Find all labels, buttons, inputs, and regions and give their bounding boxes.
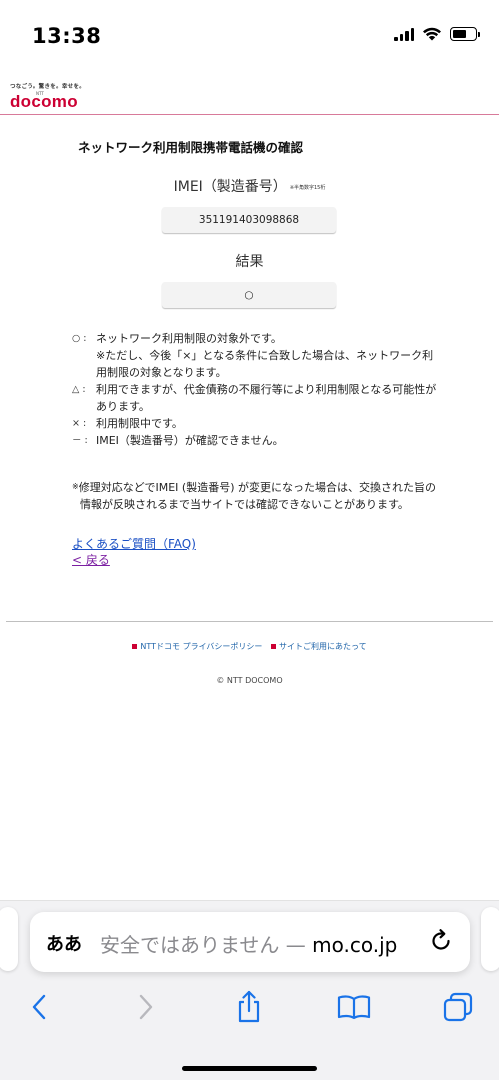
imei-note: ※半角数字15桁 — [289, 185, 326, 191]
forward-icon — [139, 994, 153, 1020]
previous-tab-preview[interactable] — [0, 907, 18, 971]
result-field: ○ — [162, 282, 336, 308]
legend-item-unknown: － : IMEI（製造番号）が確認できません。 — [72, 432, 442, 449]
legend-symbol: － : — [72, 435, 88, 446]
result-value: ○ — [244, 289, 254, 301]
battery-icon — [450, 26, 480, 41]
docomo-logo[interactable]: つなごう。驚きを。幸せを。 NTT docomo — [10, 82, 85, 112]
back-icon — [32, 994, 46, 1020]
header-divider — [0, 114, 499, 115]
imei-label: IMEI（製造番号） — [173, 179, 287, 195]
tabs-icon — [443, 992, 473, 1022]
imei-field[interactable]: 351191403098868 — [162, 207, 336, 233]
site-terms-link[interactable]: サイトご利用にあたって — [270, 641, 367, 652]
share-icon — [238, 990, 260, 1023]
home-indicator[interactable] — [182, 1066, 317, 1071]
bullet-icon — [132, 644, 138, 649]
legend-text: IMEI（製造番号）が確認できません。 — [96, 434, 284, 447]
share-button[interactable] — [231, 989, 267, 1025]
notice-mark: ※ — [72, 482, 79, 491]
privacy-policy-link[interactable]: NTTドコモ プライバシーポリシー — [132, 641, 262, 652]
legend-text: 利用できますが、代金債務の不履行等により利用制限となる可能性があります。 — [96, 383, 437, 413]
security-warning: 安全ではありません — — [100, 933, 313, 957]
legend-item-warning: △ : 利用できますが、代金債務の不履行等により利用制限となる可能性があります。 — [72, 381, 442, 415]
legend-symbol: ○ : — [72, 333, 87, 344]
legend-text: 利用制限中です。 — [96, 417, 183, 430]
status-bar: 13:38 — [0, 0, 499, 72]
address-bar[interactable]: ああ 安全ではありません — mo.co.jp — [30, 912, 470, 972]
bullet-icon — [270, 644, 276, 649]
legend-text: ネットワーク利用制限の対象外です。 — [96, 332, 282, 345]
result-legend: ○ : ネットワーク利用制限の対象外です。 ※ただし、今後「×」となる条件に合致… — [72, 330, 442, 449]
legend-symbol: × : — [72, 418, 87, 429]
forward-button[interactable] — [128, 989, 164, 1025]
notice: ※修理対応などでIMEI (製造番号) が変更になった場合は、交換された旨の情報… — [72, 478, 442, 513]
legend-item-restricted: × : 利用制限中です。 — [72, 415, 442, 432]
imei-label-row: IMEI（製造番号） ※半角数字15桁 — [0, 176, 499, 196]
cellular-signal-icon — [394, 27, 414, 41]
legend-item-ok: ○ : ネットワーク利用制限の対象外です。 — [72, 330, 442, 347]
copyright: © NTT DOCOMO — [216, 676, 283, 685]
back-button[interactable] — [21, 989, 57, 1025]
notice-body: 修理対応などでIMEI (製造番号) が変更になった場合は、交換された旨の情報が… — [78, 481, 436, 511]
footer-divider — [6, 621, 493, 622]
result-label: 結果 — [235, 254, 264, 270]
brand-logo-text: docomo — [10, 92, 78, 111]
address-domain: mo.co.jp — [312, 933, 398, 957]
notice-text: ※修理対応などでIMEI (製造番号) が変更になった場合は、交換された旨の情報… — [72, 478, 442, 513]
legend-sub-note: ※ただし、今後「×」となる条件に合致した場合は、ネットワーク利用制限の対象となり… — [96, 349, 434, 379]
status-icons — [394, 26, 480, 41]
brand-ntt: NTT — [36, 91, 44, 96]
legend-symbol: △ : — [72, 384, 86, 395]
site-terms-label: サイトご利用にあたって — [278, 642, 367, 651]
brand-tagline: つなごう。驚きを。幸せを。 — [10, 84, 86, 90]
back-link[interactable]: < 戻る — [72, 551, 110, 568]
bookmarks-icon — [337, 995, 371, 1020]
next-tab-preview[interactable] — [481, 907, 499, 971]
status-time: 13:38 — [32, 24, 102, 48]
page-title: ネットワーク利用制限携帯電話機の確認 — [78, 140, 304, 155]
address-text[interactable]: 安全ではありません — mo.co.jp — [100, 929, 422, 958]
bookmarks-button[interactable] — [336, 989, 372, 1025]
wifi-icon — [423, 27, 441, 41]
privacy-policy-label: NTTドコモ プライバシーポリシー — [140, 642, 263, 651]
tabs-button[interactable] — [440, 989, 476, 1025]
page-settings-button[interactable]: ああ — [46, 930, 82, 956]
reload-icon[interactable] — [428, 928, 454, 954]
browser-toolbar — [0, 985, 499, 1029]
faq-link[interactable]: よくあるご質問（FAQ) — [72, 535, 196, 552]
footer-links: NTTドコモ プライバシーポリシー サイトご利用にあたって — [0, 641, 499, 652]
